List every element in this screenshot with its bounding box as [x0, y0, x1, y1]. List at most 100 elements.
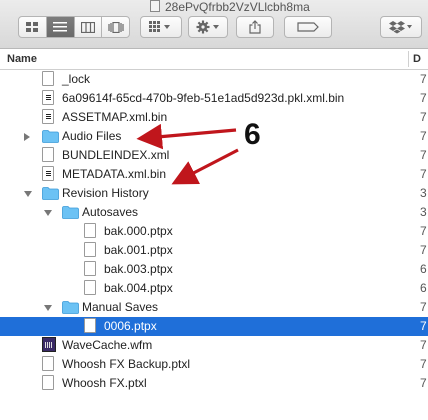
item-date: 3	[420, 186, 427, 200]
file-row[interactable]: BUNDLEINDEX.xml 7	[0, 146, 428, 165]
document-icon	[84, 280, 96, 295]
item-date: 7	[420, 319, 427, 333]
disclosure-expanded-icon[interactable]	[44, 305, 52, 311]
name-column-header[interactable]: Name	[7, 53, 37, 65]
list-view-button[interactable]	[46, 17, 75, 37]
waveform-file-icon	[42, 337, 56, 352]
document-icon	[84, 223, 96, 238]
annotation-number: 6	[244, 118, 261, 151]
binary-file-icon	[42, 166, 54, 181]
tag-icon	[297, 22, 319, 32]
window-toolbar: 28ePvQfrbb2VzVLlcbh8ma	[0, 0, 428, 49]
arrange-grid-icon	[149, 21, 170, 32]
document-icon	[84, 318, 96, 333]
item-date: 7	[420, 129, 427, 143]
disclosure-collapsed-icon[interactable]	[24, 133, 30, 141]
document-icon	[84, 261, 96, 276]
item-date: 7	[420, 167, 427, 181]
item-date: 7	[420, 110, 427, 124]
folder-row[interactable]: Audio Files 7	[0, 127, 428, 146]
disclosure-expanded-icon[interactable]	[44, 210, 52, 216]
column-view-icon	[80, 21, 95, 33]
view-mode-control	[18, 16, 130, 38]
item-name: METADATA.xml.bin	[62, 167, 167, 181]
file-row[interactable]: bak.001.ptpx 7	[0, 241, 428, 260]
item-date: 7	[420, 148, 427, 162]
icon-view-icon	[26, 21, 39, 32]
file-row[interactable]: 0006.ptpx 7	[0, 317, 428, 336]
coverflow-view-button[interactable]	[102, 17, 129, 37]
action-button[interactable]	[188, 16, 228, 38]
column-header: Name D	[0, 49, 428, 70]
item-date: 3	[420, 205, 427, 219]
gear-icon	[196, 20, 219, 34]
file-row[interactable]: METADATA.xml.bin 7	[0, 165, 428, 184]
window-title: 28ePvQfrbb2VzVLlcbh8ma	[150, 0, 310, 14]
file-row[interactable]: ASSETMAP.xml.bin 7	[0, 108, 428, 127]
item-name: 0006.ptpx	[104, 319, 157, 333]
item-name: bak.003.ptpx	[104, 262, 173, 276]
item-date: 7	[420, 224, 427, 238]
item-name: 6a09614f-65cd-470b-9feb-51e1ad5d923d.pkl…	[62, 91, 345, 105]
document-proxy-icon[interactable]	[150, 0, 160, 12]
folder-icon	[62, 301, 79, 314]
column-divider[interactable]	[408, 51, 409, 67]
coverflow-view-icon	[108, 21, 124, 33]
item-name: bak.000.ptpx	[104, 224, 173, 238]
item-name: _lock	[62, 72, 91, 86]
document-icon	[42, 147, 54, 162]
file-row[interactable]: bak.000.ptpx 7	[0, 222, 428, 241]
item-date: 7	[420, 300, 427, 314]
folder-icon	[42, 130, 59, 143]
item-date: 7	[420, 376, 427, 390]
folder-shape	[42, 187, 59, 200]
dropbox-button[interactable]	[380, 16, 422, 38]
item-name: BUNDLEINDEX.xml	[62, 148, 170, 162]
folder-icon	[62, 206, 79, 219]
item-name: bak.004.ptpx	[104, 281, 173, 295]
document-icon	[42, 71, 54, 86]
file-row[interactable]: bak.003.ptpx 6	[0, 260, 428, 279]
file-row[interactable]: Whoosh FX Backup.ptxl 7	[0, 355, 428, 374]
item-name: Whoosh FX Backup.ptxl	[62, 357, 191, 371]
folder-shape	[62, 301, 79, 314]
file-row[interactable]: Whoosh FX.ptxl 7	[0, 374, 428, 393]
folder-shape	[42, 130, 59, 143]
document-icon	[42, 356, 54, 371]
item-name: WaveCache.wfm	[62, 338, 153, 352]
icon-view-button[interactable]	[19, 17, 47, 37]
folder-shape	[62, 206, 79, 219]
item-name: Revision History	[62, 186, 149, 200]
binary-file-icon	[42, 90, 54, 105]
date-column-header[interactable]: D	[413, 53, 421, 65]
window-title-text: 28ePvQfrbb2VzVLlcbh8ma	[165, 0, 310, 14]
file-row[interactable]: bak.004.ptpx 6	[0, 279, 428, 298]
file-row[interactable]: WaveCache.wfm 7	[0, 336, 428, 355]
item-name: ASSETMAP.xml.bin	[62, 110, 168, 124]
folder-row[interactable]: Manual Saves 7	[0, 298, 428, 317]
item-name: Manual Saves	[82, 300, 159, 314]
item-name: Autosaves	[82, 205, 139, 219]
folder-row[interactable]: Autosaves 3	[0, 203, 428, 222]
document-icon	[42, 375, 54, 390]
item-date: 7	[420, 338, 427, 352]
share-icon	[249, 20, 261, 34]
folder-row[interactable]: Revision History 3	[0, 184, 428, 203]
arrange-button[interactable]	[140, 16, 182, 38]
item-name: Whoosh FX.ptxl	[62, 376, 147, 390]
item-date: 6	[420, 262, 427, 276]
item-date: 7	[420, 357, 427, 371]
share-button[interactable]	[236, 16, 274, 38]
disclosure-expanded-icon[interactable]	[24, 191, 32, 197]
document-icon	[84, 242, 96, 257]
file-row[interactable]: 6a09614f-65cd-470b-9feb-51e1ad5d923d.pkl…	[0, 89, 428, 108]
column-view-button[interactable]	[75, 17, 103, 37]
file-row[interactable]: _lock 7	[0, 70, 428, 89]
item-name: bak.001.ptpx	[104, 243, 173, 257]
tags-button[interactable]	[284, 16, 332, 38]
item-date: 7	[420, 91, 427, 105]
folder-icon	[42, 187, 59, 200]
item-date: 6	[420, 281, 427, 295]
dropbox-icon	[389, 21, 412, 34]
binary-file-icon	[42, 109, 54, 124]
